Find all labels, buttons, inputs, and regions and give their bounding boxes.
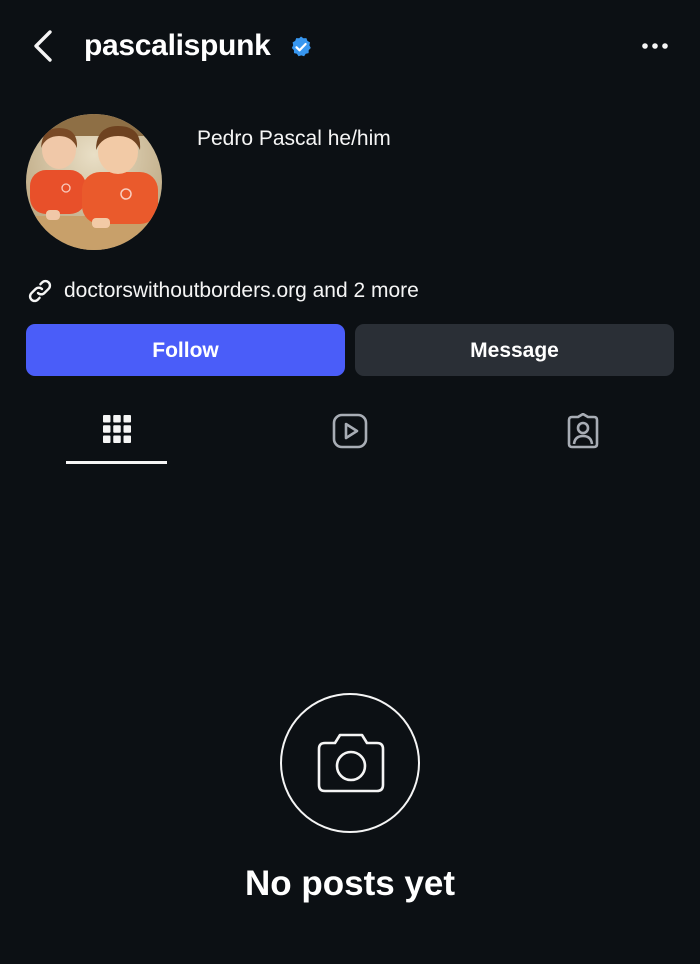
profile-display-name: Pedro Pascal he/him — [197, 127, 391, 150]
active-tab-indicator — [66, 461, 167, 464]
tab-reels[interactable] — [233, 405, 466, 465]
grid-icon — [102, 415, 131, 443]
chevron-left-icon — [34, 30, 52, 62]
bio-link[interactable]: doctorswithoutborders.org and 2 more — [64, 276, 419, 306]
tagged-icon — [567, 413, 598, 449]
reels-icon — [332, 413, 367, 449]
back-button[interactable] — [28, 26, 62, 66]
tab-tagged[interactable] — [466, 405, 699, 465]
profile-username: pascalispunk — [84, 29, 271, 62]
tab-posts[interactable] — [0, 405, 233, 465]
empty-state-text: No posts yet — [244, 864, 456, 903]
message-button[interactable]: Message — [355, 324, 674, 376]
link-icon — [26, 277, 54, 305]
camera-icon — [317, 733, 385, 793]
more-options-button[interactable] — [636, 30, 676, 62]
profile-photo — [26, 114, 162, 250]
avatar[interactable] — [26, 114, 162, 250]
verified-badge-icon — [289, 35, 313, 59]
more-horizontal-icon — [642, 43, 668, 49]
empty-state-camera — [280, 693, 420, 833]
follow-button[interactable]: Follow — [26, 324, 345, 376]
